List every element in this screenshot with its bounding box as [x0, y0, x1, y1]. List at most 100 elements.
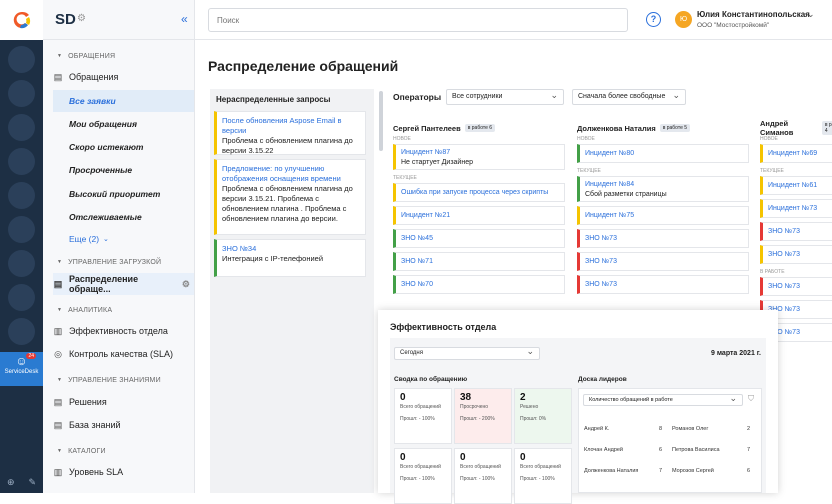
ticket-card[interactable]: ЗНО №73 [577, 252, 749, 271]
group-label: ТЕКУЩЕЕ [577, 168, 601, 174]
ticket-title[interactable]: ЗНО №70 [401, 276, 564, 293]
ticket-card[interactable]: ЗНО №71 [393, 252, 565, 271]
sidebar-item-label: Отслеживаемые [69, 212, 142, 222]
sidebar-item-expiring[interactable]: Скоро истекают [53, 136, 194, 158]
rail-app-button[interactable] [8, 182, 35, 209]
ticket-card[interactable]: Инцидент №69 [760, 144, 832, 163]
section-load[interactable]: УПРАВЛЕНИЕ ЗАГРУЗКОЙ [57, 259, 161, 266]
rail-app-button[interactable] [8, 250, 35, 277]
section-analytics[interactable]: АНАЛИТИКА [57, 307, 112, 314]
ticket-title[interactable]: ЗНО №73 [585, 276, 748, 293]
ticket-card[interactable]: Инцидент №84 Сбой разметки страницы [577, 176, 749, 202]
rail-app-button[interactable] [8, 46, 35, 73]
operator-header: Андрей Симановв работе 4 [760, 119, 832, 137]
sidebar-item-label: Все заявки [69, 96, 116, 106]
settings-gear-icon[interactable]: ⚙ [77, 13, 86, 24]
ticket-card[interactable]: Инцидент №21 [393, 206, 565, 225]
leader-value: 6 [747, 468, 751, 474]
sidebar-item-label: База знаний [69, 420, 121, 430]
sidebar-item-requests[interactable]: ▤ Обращения [53, 66, 194, 88]
ticket-card[interactable]: ЗНО №73 [760, 222, 832, 241]
ticket-title[interactable]: Инцидент №61 [768, 177, 832, 194]
sidebar-more-button[interactable]: Еще (2) ⌄ [53, 228, 194, 250]
sidebar-item-label: Мои обращения [69, 119, 137, 129]
ticket-title[interactable]: Инцидент №21 [401, 207, 564, 224]
ticket-title[interactable]: ЗНО №73 [768, 246, 832, 263]
bar-chart-icon: ▥ [53, 466, 63, 477]
sidebar-item-knowledge-base[interactable]: ▤ База знаний [53, 414, 194, 436]
ticket-card[interactable]: ЗНО №70 [393, 275, 565, 294]
wrench-icon[interactable]: ✎ [28, 477, 36, 488]
chevron-down-icon[interactable]: ⌄ [807, 9, 815, 20]
ticket-card[interactable]: ЗНО №73 [760, 277, 832, 296]
ticket-title[interactable]: ЗНО №73 [768, 278, 832, 295]
ticket-title[interactable]: ЗНО №73 [768, 223, 832, 240]
gauge-icon: ◎ [54, 348, 62, 359]
rail-app-button[interactable] [8, 284, 35, 311]
brand-title: SD [55, 11, 76, 28]
operator-column: Сергей Пантелеев в работе 6 НОВОЕ Инцидент … [393, 121, 565, 298]
help-icon[interactable]: ? [646, 12, 661, 27]
sidebar-item-all[interactable]: Все заявки [53, 90, 194, 112]
ticket-card[interactable]: Инцидент №75 [577, 206, 749, 225]
rail-app-button[interactable] [8, 80, 35, 107]
search-input[interactable] [208, 8, 628, 32]
section-knowledge[interactable]: УПРАВЛЕНИЕ ЗНАНИЯМИ [57, 377, 161, 384]
ticket-card[interactable]: Инцидент №80 [577, 144, 749, 163]
user-name[interactable]: Юлия Константинопольская [697, 10, 810, 19]
logo-icon[interactable] [0, 0, 43, 40]
sidebar-item-mine[interactable]: Мои обращения [53, 113, 194, 135]
workload-tag: в работе 5 [659, 124, 691, 132]
rail-app-button[interactable] [8, 318, 35, 345]
leader-value: 7 [747, 447, 751, 453]
top-bar: ? Ю Юлия Константинопольская ООО "Мостос… [195, 0, 832, 40]
operator-name[interactable]: Долженкова Наталия [577, 124, 656, 133]
ticket-title[interactable]: Инцидент №73 [768, 200, 832, 217]
ticket-title[interactable]: Инцидент №80 [585, 145, 748, 162]
ticket-title[interactable]: Инцидент №87 [401, 148, 564, 158]
sidebar-item-efficiency[interactable]: ▥ Эффективность отдела [53, 320, 194, 342]
add-icon[interactable]: ⊕ [7, 477, 15, 488]
avatar[interactable]: Ю [675, 11, 692, 28]
rail-app-button[interactable] [8, 216, 35, 243]
ticket-title[interactable]: ЗНО №73 [585, 230, 748, 247]
sidebar-item-overdue[interactable]: Просроченные [53, 159, 194, 181]
ticket-card[interactable]: ЗНО №73 [577, 275, 749, 294]
leader-name: Петрова Василиса [672, 447, 720, 453]
sidebar-item-distribution[interactable]: ▤ Распределение обраще... ⚙ [53, 273, 194, 295]
sidebar-item-high-priority[interactable]: Высокий приоритет [53, 183, 194, 205]
operator-name[interactable]: Сергей Пантелеев [393, 124, 461, 133]
sidebar-item-sla-control[interactable]: ◎ Контроль качества (SLA) [53, 343, 194, 365]
rail-app-button[interactable] [8, 148, 35, 175]
ticket-card[interactable]: ЗНО №73 [760, 245, 832, 264]
rail-footer: ⊕ ✎ [0, 472, 43, 492]
collapse-sidebar-icon[interactable]: « [181, 12, 188, 26]
sidebar-item-label: Высокий приоритет [69, 189, 161, 199]
efficiency-modal: Эффективность отдела Сегодня 9 марта 202… [378, 310, 778, 504]
ticket-title[interactable]: ЗНО №71 [401, 253, 564, 270]
ticket-title[interactable]: Инцидент №69 [768, 145, 832, 162]
bar-chart-icon: ▥ [53, 325, 63, 336]
servicedesk-app-button[interactable]: ☺ 24 ServiceDesk [0, 352, 43, 386]
ticket-card[interactable]: Инцидент №87 Не стартует Дизайнер [393, 144, 565, 170]
item-settings-gear-icon[interactable]: ⚙ [182, 279, 190, 290]
ticket-card[interactable]: Ошибка при запуске процесса через скрипт… [393, 183, 565, 202]
leader-name: Морозов Сергей [672, 468, 714, 474]
ticket-title[interactable]: Инцидент №75 [585, 207, 748, 224]
ticket-card[interactable]: Инцидент №61 [760, 176, 832, 195]
rail-app-button[interactable] [8, 114, 35, 141]
ticket-card[interactable]: ЗНО №73 [577, 229, 749, 248]
ticket-title[interactable]: ЗНО №45 [401, 230, 564, 247]
sidebar-item-tracked[interactable]: Отслеживаемые [53, 206, 194, 228]
ticket-title[interactable]: Инцидент №84 [585, 180, 748, 190]
ticket-title[interactable]: Ошибка при запуске процесса через скрипт… [401, 184, 564, 201]
ticket-card[interactable]: Инцидент №73 [760, 199, 832, 218]
ticket-card[interactable]: ЗНО №45 [393, 229, 565, 248]
section-requests[interactable]: ОБРАЩЕНИЯ [57, 53, 115, 60]
ticket-title[interactable]: ЗНО №73 [585, 253, 748, 270]
sidebar-item-sla-level[interactable]: ▥ Уровень SLA [53, 461, 194, 483]
sidebar-item-label: Обращения [69, 72, 119, 82]
sidebar-item-solutions[interactable]: ▤ Решения [53, 391, 194, 413]
operator-column: Долженкова Наталия в работе 5 НОВОЕ Инциден… [577, 121, 749, 298]
section-catalogs[interactable]: КАТАЛОГИ [57, 448, 106, 455]
